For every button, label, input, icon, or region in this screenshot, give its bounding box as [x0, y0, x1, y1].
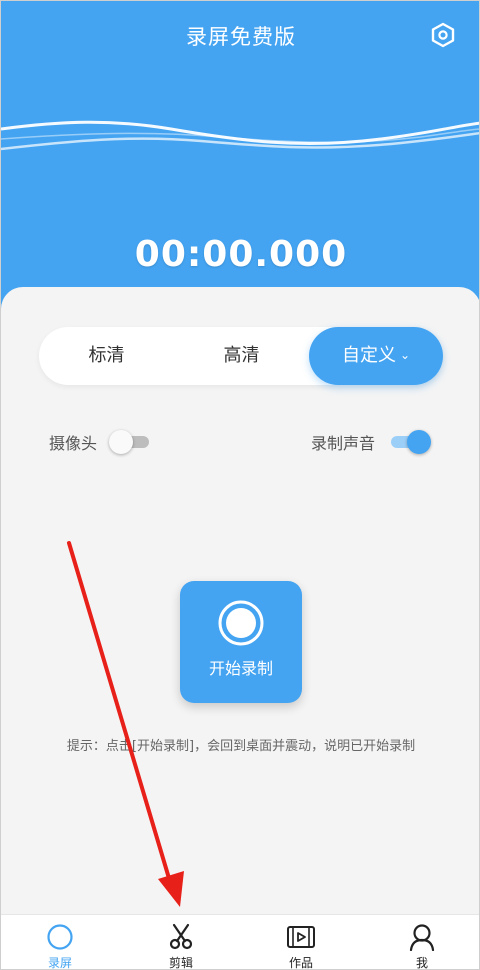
audio-label: 录制声音	[310, 434, 375, 453]
audio-toggle-row: 录制声音	[310, 427, 431, 457]
switch-knob	[407, 430, 431, 454]
quality-option-custom[interactable]: 自定义 ⌄	[309, 327, 443, 385]
main-card: 标清 高清 自定义 ⌄ 摄像头 录制声音 开始录制 提示：点击[开始录制]，会回…	[1, 287, 479, 917]
camera-toggle-row: 摄像头	[49, 427, 151, 457]
recording-timer: 00:00.000	[134, 234, 348, 275]
app-title: 录屏免费版	[186, 25, 296, 49]
wave-decoration	[1, 120, 479, 151]
user-icon	[409, 924, 435, 951]
nav-item-record[interactable]: 录屏	[20, 915, 100, 970]
quality-option-label: 自定义	[341, 345, 396, 366]
nav-label: 录屏	[47, 956, 72, 970]
nav-label: 剪辑	[168, 956, 193, 970]
chevron-down-icon: ⌄	[399, 348, 411, 362]
record-icon	[218, 600, 264, 646]
nav-label: 作品	[288, 956, 313, 970]
bottom-nav: 录屏 剪辑 作品 我	[1, 914, 479, 970]
settings-hexagon-icon	[431, 22, 455, 48]
nav-item-edit[interactable]: 剪辑	[141, 915, 221, 970]
settings-button[interactable]	[429, 21, 457, 49]
record-circle-icon	[47, 924, 73, 950]
start-record-button[interactable]: 开始录制	[180, 581, 302, 703]
quality-selector: 标清 高清 自定义 ⌄	[39, 327, 443, 385]
start-record-label: 开始录制	[208, 659, 273, 678]
quality-option-label: 高清	[223, 345, 260, 366]
header: 录屏免费版 00:00.000	[1, 1, 479, 311]
hint-text: 提示：点击[开始录制]，会回到桌面并震动，说明已开始录制	[66, 739, 416, 754]
scissors-icon	[169, 923, 193, 950]
nav-label: 我	[415, 956, 428, 970]
camera-label: 摄像头	[49, 434, 98, 453]
audio-switch[interactable]	[389, 427, 431, 457]
video-film-icon	[287, 926, 315, 948]
quality-option-sd[interactable]: 标清	[39, 327, 174, 385]
switch-knob	[109, 430, 134, 454]
camera-switch[interactable]	[109, 427, 151, 457]
app-screen: 录屏免费版 00:00.000 标清 高清 自定义 ⌄ 摄像头 录制声音 开始录…	[0, 0, 480, 970]
quality-option-label: 标清	[88, 345, 125, 366]
nav-item-works[interactable]: 作品	[261, 915, 341, 970]
quality-option-hd[interactable]: 高清	[174, 327, 309, 385]
nav-item-me[interactable]: 我	[382, 915, 462, 970]
